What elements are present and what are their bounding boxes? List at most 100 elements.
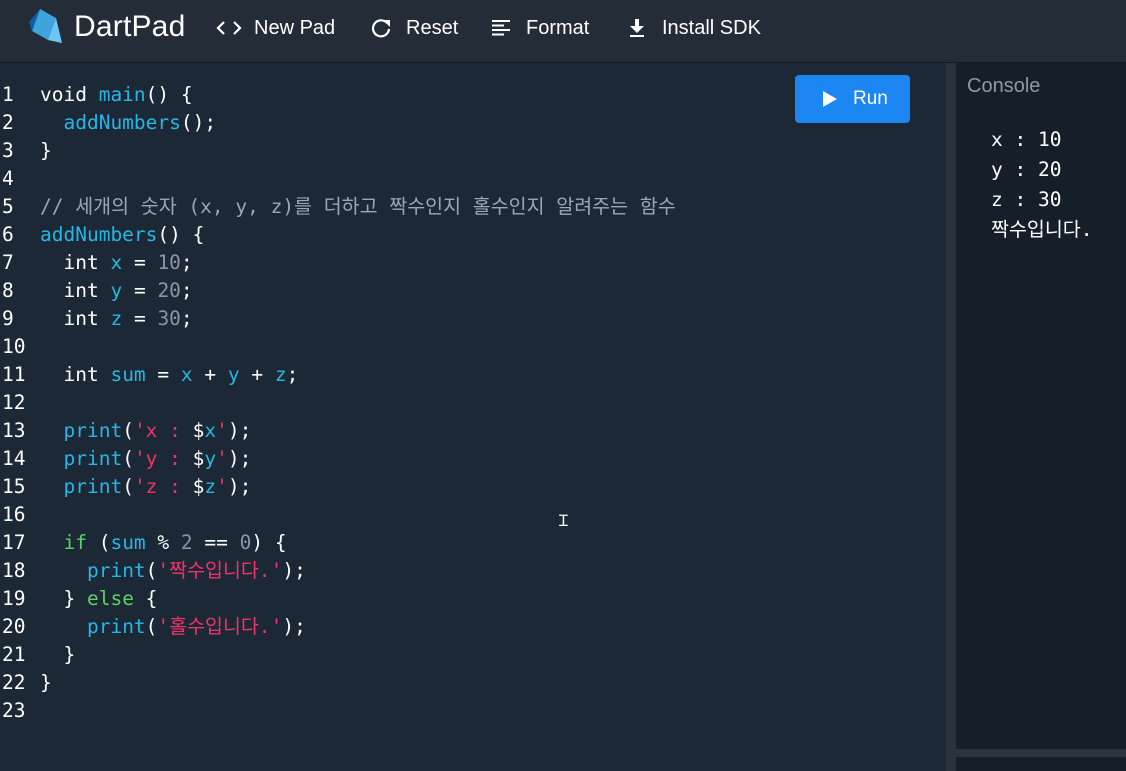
code-token: + bbox=[239, 363, 275, 386]
code-token: ( bbox=[86, 531, 111, 554]
code-token: addNumbers bbox=[63, 111, 181, 134]
horizontal-splitter[interactable] bbox=[956, 749, 1126, 757]
code-token: int bbox=[40, 251, 111, 274]
code-editor[interactable]: 1 void main() {2 addNumbers(); 3} 4 5// 세개의 … bbox=[0, 63, 946, 771]
vertical-splitter[interactable] bbox=[946, 63, 956, 771]
code-line[interactable]: 4 bbox=[0, 165, 940, 193]
code-token: ' bbox=[216, 419, 228, 442]
code-token: () { bbox=[145, 83, 193, 106]
code-token: } bbox=[40, 587, 87, 610]
code-line[interactable]: 3} bbox=[0, 137, 940, 165]
code-line[interactable]: 8 int y = 20; bbox=[0, 277, 940, 305]
code-text: // 세개의 숫자 (x, y, z)를 더하고 짝수인지 홀수인지 알려주는 … bbox=[40, 193, 676, 221]
code-token: == bbox=[192, 531, 240, 554]
code-line[interactable]: 15 print('z : $z'); bbox=[0, 473, 940, 501]
code-line[interactable]: 6 addNumbers() { bbox=[0, 221, 940, 249]
code-token: ); bbox=[227, 475, 252, 498]
reset-button[interactable]: Reset bbox=[368, 12, 458, 44]
code-token: if bbox=[63, 531, 87, 554]
line-number: 21 bbox=[2, 643, 26, 666]
line-number: 20 bbox=[2, 615, 26, 638]
line-number: 23 bbox=[2, 699, 26, 722]
code-line[interactable]: 9 int z = 30; bbox=[0, 305, 940, 333]
code-line[interactable]: 14 print('y : $y'); bbox=[0, 445, 940, 473]
code-token: = bbox=[122, 251, 158, 274]
code-token: ' bbox=[216, 447, 228, 470]
code-token: '짝수입니다.' bbox=[157, 559, 283, 582]
code-line[interactable]: 7 int x = 10; bbox=[0, 249, 940, 277]
code-token: // 세개의 숫자 (x, y, z)를 더하고 짝수인지 홀수인지 알려주는 … bbox=[40, 195, 676, 218]
code-token: ( bbox=[122, 419, 134, 442]
code-token: ); bbox=[282, 559, 306, 582]
code-token: = bbox=[145, 363, 181, 386]
code-token: y bbox=[204, 447, 217, 470]
code-token: ); bbox=[227, 419, 252, 442]
code-token: y bbox=[110, 279, 123, 302]
code-line[interactable]: 18 print('짝수입니다.'); bbox=[0, 557, 940, 585]
code-token: (); bbox=[180, 111, 217, 134]
line-number: 15 bbox=[2, 475, 26, 498]
code-token: $ bbox=[192, 419, 205, 442]
install-sdk-label: Install SDK bbox=[662, 16, 761, 39]
code-token: ); bbox=[282, 615, 306, 638]
code-text: int y = 20; bbox=[40, 277, 192, 305]
code-token: int bbox=[40, 363, 111, 386]
line-number: 3 bbox=[2, 139, 14, 162]
code-token: () { bbox=[157, 223, 205, 246]
code-line[interactable]: 11 int sum = x + y + z; bbox=[0, 361, 940, 389]
code-line[interactable]: 20 print('홀수입니다.'); bbox=[0, 613, 940, 641]
line-number: 11 bbox=[2, 363, 26, 386]
code-token: 0 bbox=[239, 531, 252, 554]
code-text: } else { bbox=[40, 585, 157, 613]
line-number: 10 bbox=[2, 335, 26, 358]
format-button[interactable]: Format bbox=[488, 12, 589, 44]
code-token: print bbox=[63, 475, 123, 498]
run-label: Run bbox=[853, 88, 888, 109]
install-sdk-button[interactable]: Install SDK bbox=[624, 12, 761, 44]
new-pad-label: New Pad bbox=[254, 16, 336, 39]
code-brackets-icon bbox=[216, 15, 242, 41]
code-line[interactable]: 13 print('x : $x'); bbox=[0, 417, 940, 445]
console-line: y : 20 bbox=[991, 158, 1062, 181]
line-number: 8 bbox=[2, 279, 14, 302]
line-number: 2 bbox=[2, 111, 14, 134]
code-token: sum bbox=[110, 531, 146, 554]
code-area[interactable]: 1 void main() {2 addNumbers(); 3} 4 5// 세개의 … bbox=[0, 81, 940, 725]
code-line[interactable]: 17 if (sum % 2 == 0) { bbox=[0, 529, 940, 557]
code-token: x bbox=[204, 419, 217, 442]
new-pad-button[interactable]: New Pad bbox=[216, 12, 335, 44]
code-line[interactable]: 21 } bbox=[0, 641, 940, 669]
code-line[interactable]: 19 } else { bbox=[0, 585, 940, 613]
refresh-icon bbox=[368, 15, 394, 41]
code-text: print('홀수입니다.'); bbox=[40, 613, 306, 641]
code-line[interactable]: 5 // 세개의 숫자 (x, y, z)를 더하고 짝수인지 홀수인지 알려주는… bbox=[0, 193, 940, 221]
code-line[interactable]: 16 bbox=[0, 501, 940, 529]
code-line[interactable]: 12 bbox=[0, 389, 940, 417]
code-token: ; bbox=[286, 363, 299, 386]
code-token: ( bbox=[145, 615, 158, 638]
download-icon bbox=[624, 15, 650, 41]
code-text: print('y : $y'); bbox=[40, 445, 251, 473]
code-token: 20 bbox=[157, 279, 181, 302]
code-token: ; bbox=[180, 307, 193, 330]
code-token: ); bbox=[227, 447, 252, 470]
code-line[interactable]: 10 bbox=[0, 333, 940, 361]
code-line[interactable]: 23 bbox=[0, 697, 940, 725]
code-token: ) { bbox=[251, 531, 287, 554]
code-text: print('x : $x'); bbox=[40, 417, 251, 445]
code-token: '홀수입니다.' bbox=[157, 615, 283, 638]
code-token: print bbox=[63, 447, 123, 470]
code-line[interactable]: 22} bbox=[0, 669, 940, 697]
code-text: } bbox=[40, 641, 75, 669]
code-token: z bbox=[110, 307, 123, 330]
line-number: 1 bbox=[2, 83, 14, 106]
dart-logo-icon bbox=[29, 9, 62, 43]
app-header: DartPad New Pad Reset Format Install SDK bbox=[0, 0, 1126, 63]
code-text: int sum = x + y + z; bbox=[40, 361, 298, 389]
code-token: } bbox=[40, 643, 76, 666]
line-number: 4 bbox=[2, 167, 14, 190]
run-button[interactable]: Run bbox=[795, 75, 910, 123]
